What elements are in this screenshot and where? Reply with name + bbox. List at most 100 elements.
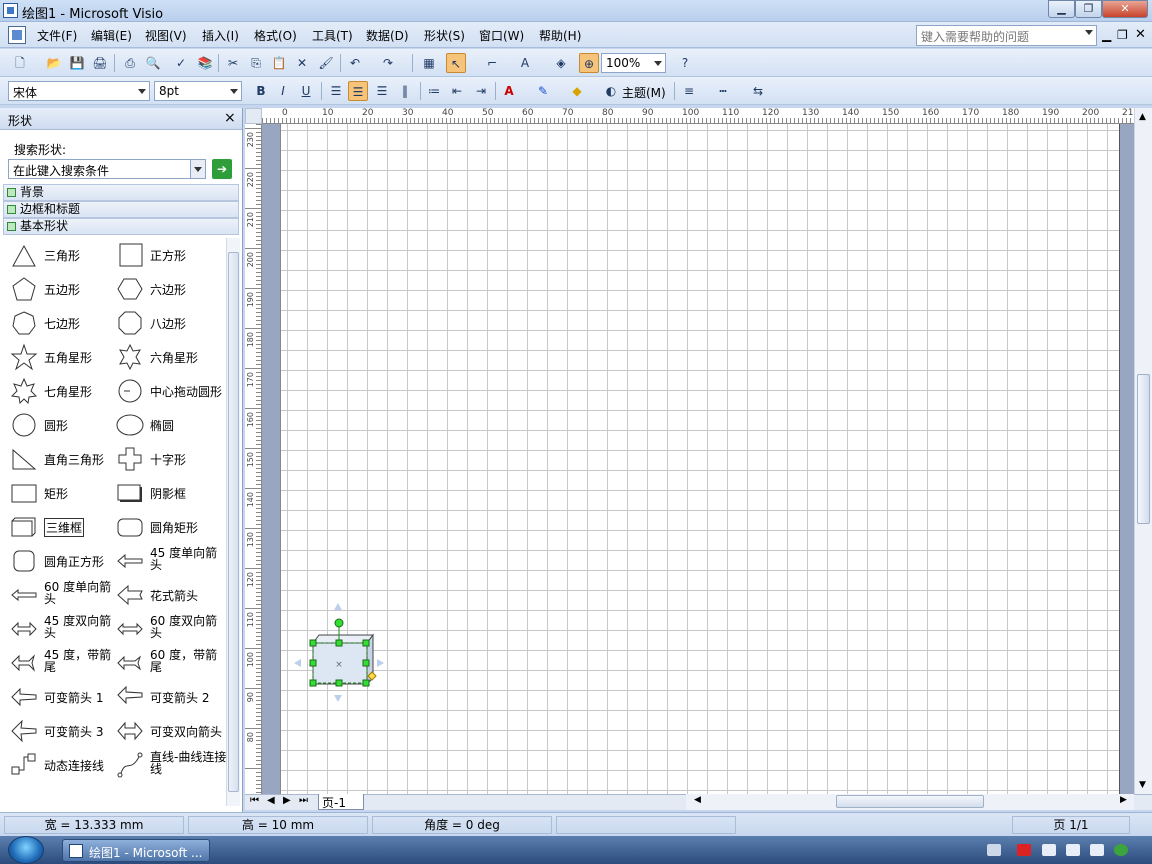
chevron-down-icon[interactable] [654, 61, 662, 66]
scroll-up-icon[interactable]: ▲ [1139, 112, 1146, 122]
pointer-tool-icon[interactable]: ↖ [446, 53, 466, 73]
start-button[interactable] [8, 836, 44, 864]
menu-file[interactable]: 文件(F) [37, 27, 77, 44]
scroll-thumb[interactable] [1137, 374, 1150, 524]
shape-item[interactable]: 七角星形 [4, 374, 116, 408]
shape-item[interactable]: 圆形 [4, 408, 116, 442]
chevron-down-icon[interactable] [1085, 30, 1093, 35]
shape-item[interactable]: 45 度单向箭头 [110, 544, 222, 578]
print-icon[interactable]: ⎙ [120, 53, 140, 73]
stencil-borders-titles[interactable]: 边框和标题 [3, 201, 239, 218]
prev-page-icon[interactable]: ◀ [267, 795, 275, 806]
drawing-page[interactable] [280, 124, 1120, 794]
menu-shape[interactable]: 形状(S) [424, 27, 465, 44]
scroll-left-icon[interactable]: ◀ [694, 795, 701, 805]
doc-restore-button[interactable]: ❐ [1117, 28, 1128, 42]
shapes-window-icon[interactable]: ▦ [419, 53, 439, 73]
shape-item[interactable]: 60 度，带箭尾 [110, 646, 222, 680]
font-select[interactable]: 宋体 [8, 81, 150, 101]
delete-icon[interactable]: ✕ [292, 53, 312, 73]
connector-tool-icon[interactable]: ⌐ [482, 53, 502, 73]
antivirus-icon[interactable] [1017, 844, 1031, 856]
status-tray-icon[interactable] [1114, 844, 1128, 856]
shape-item[interactable]: 六边形 [110, 272, 222, 306]
shape-item[interactable]: 45 度双向箭头 [4, 612, 116, 646]
horizontal-scrollbar[interactable]: ◀ ▶ [686, 794, 1134, 810]
print-preview-icon[interactable]: 🖨 [90, 53, 110, 73]
theme-label[interactable]: 主题(M) [622, 84, 666, 101]
shape-item[interactable]: 直线-曲线连接线 [110, 748, 226, 782]
chevron-down-icon[interactable] [230, 89, 238, 94]
redo-icon[interactable]: ↷ [378, 53, 398, 73]
chevron-down-icon[interactable] [190, 160, 205, 178]
shape-item[interactable]: 60 度单向箭头 [4, 578, 116, 612]
search-go-icon[interactable]: ➔ [212, 159, 232, 179]
align-left-icon[interactable]: ☰ [326, 81, 346, 101]
shape-item[interactable]: 五边形 [4, 272, 116, 306]
cut-icon[interactable]: ✂ [223, 53, 243, 73]
close-button[interactable]: ✕ [1102, 0, 1148, 18]
shape-item[interactable]: 45 度，带箭尾 [4, 646, 116, 680]
copy-icon[interactable]: ⎘ [246, 53, 266, 73]
vertical-ruler[interactable]: 230 220 210 200 190 180 170 160 150 140 130 120 110 1… [245, 124, 262, 794]
shape-item[interactable]: 七边形 [4, 306, 116, 340]
save-icon[interactable]: 💾 [67, 53, 87, 73]
undo-icon[interactable]: ↶ [345, 53, 365, 73]
shape-item[interactable]: 直角三角形 [4, 442, 116, 476]
font-size-select[interactable]: 8pt [154, 81, 242, 101]
vertical-scrollbar[interactable]: ▲ ▼ [1134, 108, 1152, 794]
pan-zoom-icon[interactable]: ⊕ [579, 53, 599, 73]
menu-window[interactable]: 窗口(W) [479, 27, 524, 44]
format-painter-icon[interactable]: 🖌 [316, 53, 336, 73]
visio-app-icon[interactable] [3, 3, 18, 18]
shape-item[interactable]: 八边形 [110, 306, 222, 340]
shape-item[interactable]: 矩形 [4, 476, 116, 510]
doc-close-button[interactable]: ✕ [1135, 27, 1146, 42]
scroll-down-icon[interactable]: ▼ [1139, 780, 1146, 790]
horizontal-ruler[interactable]: 0 10 20 30 40 50 60 70 80 90 100 110 120 130 140 150 160… [262, 108, 1134, 124]
scroll-right-icon[interactable]: ▶ [1120, 795, 1127, 805]
line-pattern-icon[interactable]: ┅ [713, 81, 733, 101]
line-weight-icon[interactable]: ≡ [679, 81, 699, 101]
open-icon[interactable]: 📂 [44, 53, 64, 73]
bold-button[interactable]: B [251, 81, 271, 101]
shape-item[interactable]: 可变箭头 1 [4, 680, 116, 714]
page-tab[interactable]: 页-1 [318, 794, 364, 810]
menu-data[interactable]: 数据(D) [366, 27, 409, 44]
shape-item[interactable]: 可变箭头 2 [110, 680, 222, 714]
action-center-icon[interactable] [1090, 844, 1104, 856]
minimize-button[interactable]: ▁ [1048, 0, 1075, 18]
decrease-indent-icon[interactable]: ⇤ [447, 81, 467, 101]
theme-icon[interactable]: ◐ [601, 81, 621, 101]
next-page-icon[interactable]: ▶ [283, 795, 291, 806]
shape-item[interactable]: 中心拖动圆形 [110, 374, 222, 408]
stamp-tool-icon[interactable]: ◈ [551, 53, 571, 73]
line-ends-icon[interactable]: ⇆ [748, 81, 768, 101]
paste-icon[interactable]: 📋 [269, 53, 289, 73]
justify-icon[interactable]: ‖ [395, 81, 415, 101]
shapes-scrollbar[interactable] [226, 238, 240, 806]
menu-edit[interactable]: 编辑(E) [91, 27, 132, 44]
increase-indent-icon[interactable]: ⇥ [471, 81, 491, 101]
shape-item[interactable]: 圆角矩形 [110, 510, 222, 544]
menu-help[interactable]: 帮助(H) [539, 27, 581, 44]
help-search-input[interactable]: 键入需要帮助的问题 [916, 25, 1097, 46]
taskbar-visio-item[interactable]: 绘图1 - Microsoft ... [62, 839, 210, 862]
italic-button[interactable]: I [273, 81, 293, 101]
preview-icon[interactable]: 🔍 [143, 53, 163, 73]
menu-format[interactable]: 格式(O) [254, 27, 297, 44]
shape-item[interactable]: 三维框 [4, 510, 116, 544]
align-right-icon[interactable]: ☰ [372, 81, 392, 101]
shape-item[interactable]: 十字形 [110, 442, 222, 476]
shape-item[interactable]: 三角形 [4, 238, 116, 272]
help-icon[interactable]: ? [675, 53, 695, 73]
close-icon[interactable]: × [224, 110, 236, 126]
new-icon[interactable]: 🗋 [10, 53, 30, 73]
bullets-icon[interactable]: ≔ [424, 81, 444, 101]
underline-button[interactable]: U [296, 81, 316, 101]
chevron-down-icon[interactable] [138, 89, 146, 94]
volume-icon[interactable] [1066, 844, 1080, 856]
shape-item[interactable]: 六角星形 [110, 340, 222, 374]
shape-item[interactable]: 五角星形 [4, 340, 116, 374]
network-icon[interactable] [1042, 844, 1056, 856]
